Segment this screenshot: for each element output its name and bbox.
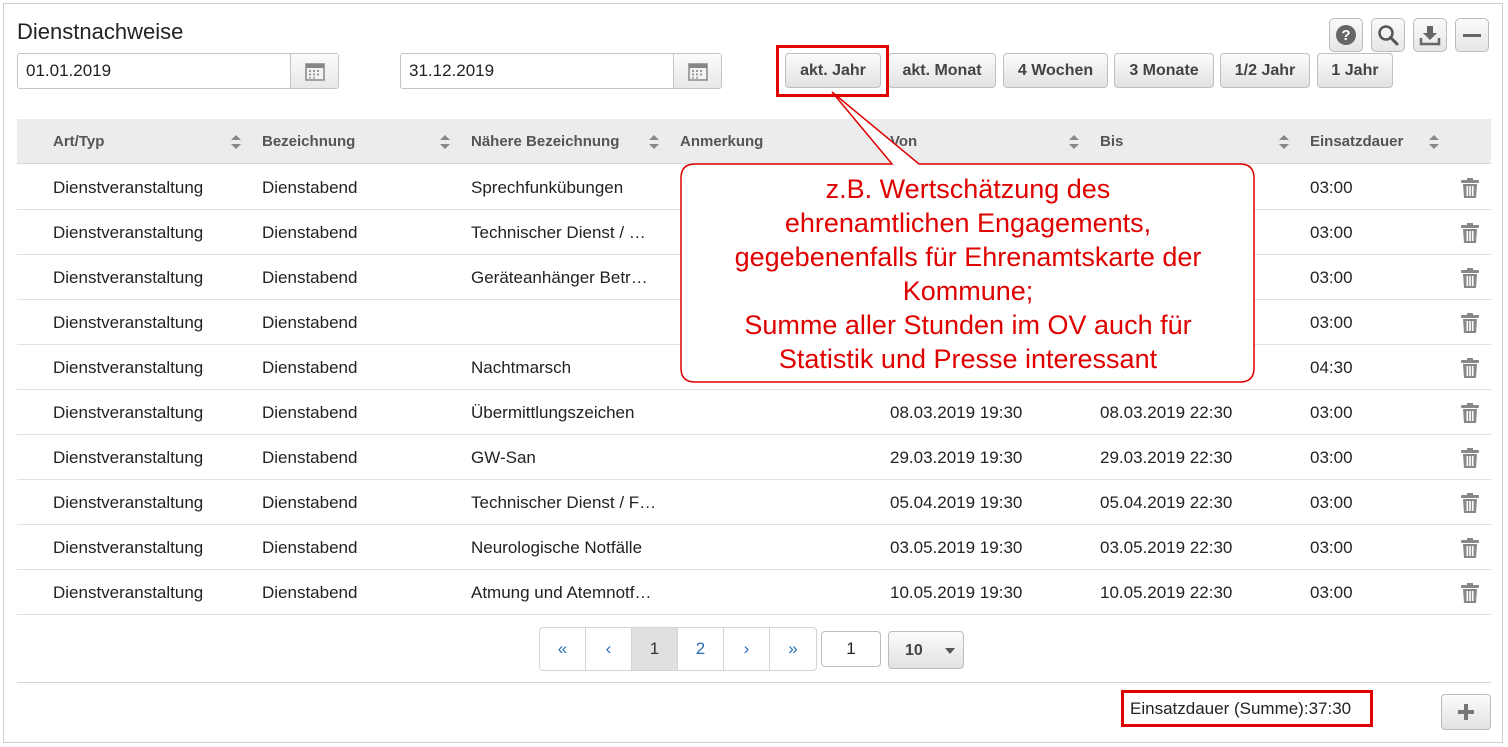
callout-line: Statistik und Presse interessant — [778, 344, 1158, 374]
callout-line: gegebenenfalls für Ehrenamtskarte der — [734, 242, 1202, 272]
callout-line: z.B. Wertschätzung des — [825, 174, 1111, 204]
callout-line: Kommune; — [902, 276, 1034, 306]
callout-text: z.B. Wertschätzung des ehrenamtlichen En… — [684, 168, 1252, 380]
callout-line: Summe aller Stunden im OV auch für — [744, 310, 1192, 340]
callout-line: ehrenamtlichen Engagements, — [784, 208, 1152, 238]
